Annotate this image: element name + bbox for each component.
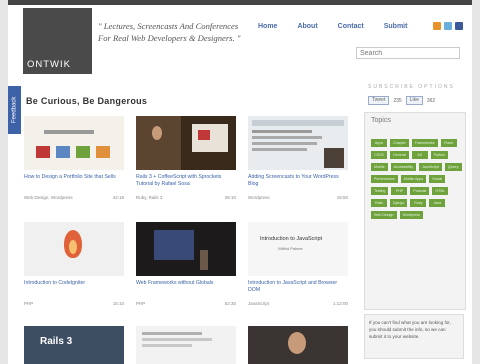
topic-tag[interactable]: Web Design bbox=[371, 211, 397, 219]
video-title[interactable]: How to Design a Portfolio Site that Sell… bbox=[24, 174, 124, 187]
video-card[interactable] bbox=[248, 326, 348, 364]
video-meta: PHP 52:30 bbox=[136, 301, 236, 306]
video-thumbnail[interactable] bbox=[248, 116, 348, 170]
topic-tags: Apps Chapter Frameworks Flash CSS3 General AS P… bbox=[371, 139, 463, 219]
share-buttons: Tweet 235 Like 362 bbox=[368, 96, 435, 105]
video-category[interactable]: Wordpress bbox=[248, 195, 270, 200]
thumbnail-subtext: Wilfrid Palmer bbox=[278, 246, 303, 251]
video-card[interactable]: Introduction to JavaScript Wilfrid Palme… bbox=[248, 222, 348, 306]
topic-tag[interactable]: Social bbox=[429, 175, 446, 183]
topic-tag[interactable]: Ruby bbox=[410, 199, 427, 207]
rss-icon[interactable] bbox=[433, 22, 441, 30]
logo-text: ONTWIK bbox=[27, 59, 71, 70]
video-duration: 15:10 bbox=[112, 301, 124, 306]
topic-tag[interactable]: Django bbox=[390, 199, 408, 207]
main-nav: Home About Contact Submit bbox=[258, 23, 427, 30]
page-heading: Be Curious, Be Dangerous bbox=[26, 96, 148, 106]
topic-tag[interactable]: Rails bbox=[371, 199, 387, 207]
tweet-count: 235 bbox=[393, 97, 402, 104]
video-thumbnail[interactable] bbox=[136, 116, 236, 170]
facebook-icon[interactable] bbox=[455, 22, 463, 30]
video-card[interactable]: Adding Screencasts to Your WordPress Blo… bbox=[248, 116, 348, 200]
tweet-button[interactable]: Tweet bbox=[368, 96, 390, 105]
video-title[interactable]: Adding Screencasts to Your WordPress Blo… bbox=[248, 174, 348, 187]
video-duration: 28:10 bbox=[224, 195, 236, 200]
like-count: 362 bbox=[426, 97, 436, 104]
video-duration: 1:12:00 bbox=[332, 301, 348, 306]
video-thumbnail[interactable] bbox=[24, 116, 124, 170]
video-card[interactable]: Rails 3 + CoffeeScript with Sprockets Tu… bbox=[136, 116, 236, 200]
topic-tag[interactable]: Mobile Apps bbox=[400, 175, 427, 183]
video-thumbnail[interactable]: Rails 3 bbox=[24, 326, 124, 364]
thumbnail-text: Introduction to JavaScript bbox=[260, 236, 323, 242]
video-duration: 42:18 bbox=[112, 195, 124, 200]
topic-tag[interactable]: General bbox=[390, 151, 409, 159]
topic-tag[interactable]: Frameworks bbox=[411, 139, 438, 147]
video-thumbnail[interactable] bbox=[248, 326, 348, 364]
topic-tag[interactable]: Apps bbox=[371, 139, 387, 147]
thumbnail-text: Rails 3 bbox=[40, 336, 73, 347]
nav-home[interactable]: Home bbox=[258, 23, 277, 30]
video-title[interactable]: Introduction to JavaScript and Browser D… bbox=[248, 280, 348, 293]
video-card[interactable] bbox=[136, 326, 236, 364]
video-category[interactable]: Ruby, Rails 3 bbox=[136, 195, 162, 200]
video-card[interactable]: Rails 3 bbox=[24, 326, 124, 364]
video-title[interactable]: Web Frameworks without Globals bbox=[136, 280, 236, 293]
nav-about[interactable]: About bbox=[297, 23, 317, 30]
nav-contact[interactable]: Contact bbox=[338, 23, 364, 30]
feedback-tab[interactable]: Feedback bbox=[8, 86, 21, 134]
topic-tag[interactable]: Podcast bbox=[410, 187, 430, 195]
video-meta: JavaScript 1:12:00 bbox=[248, 301, 348, 306]
sidebar-notice: If you can't find what you are looking f… bbox=[364, 314, 464, 359]
video-category[interactable]: Web Design, Wordpress bbox=[24, 195, 73, 200]
topic-tag[interactable]: Testing bbox=[371, 187, 389, 195]
video-card[interactable]: Web Frameworks without Globals PHP 52:30 bbox=[136, 222, 236, 306]
topic-tag[interactable]: Wordpress bbox=[399, 211, 423, 219]
video-meta: Wordpress 18:50 bbox=[248, 195, 348, 200]
video-thumbnail[interactable] bbox=[136, 222, 236, 276]
video-meta: PHP 15:10 bbox=[24, 301, 124, 306]
page: ONTWIK " Lectures, Screencasts And Confe… bbox=[8, 0, 472, 364]
site-tagline: " Lectures, Screencasts And Conferences … bbox=[98, 21, 241, 43]
top-bar bbox=[8, 0, 472, 5]
video-meta: Web Design, Wordpress 42:18 bbox=[24, 195, 124, 200]
video-thumbnail[interactable] bbox=[24, 222, 124, 276]
topic-tag[interactable]: JavaScript bbox=[419, 163, 442, 171]
video-card[interactable]: How to Design a Portfolio Site that Sell… bbox=[24, 116, 124, 200]
video-thumbnail[interactable] bbox=[136, 326, 236, 364]
topic-tag[interactable]: Mobile bbox=[371, 163, 388, 171]
topic-tag[interactable]: HTML bbox=[432, 187, 449, 195]
video-title[interactable]: Rails 3 + CoffeeScript with Sprockets Tu… bbox=[136, 174, 236, 187]
video-card[interactable]: Introduction to CodeIgniter PHP 15:10 bbox=[24, 222, 124, 306]
topic-tag[interactable]: Java bbox=[429, 199, 446, 207]
topics-title: Topics bbox=[371, 117, 391, 124]
subscribe-options-label: SUBSCRIBE OPTIONS bbox=[368, 84, 455, 90]
site-logo[interactable]: ONTWIK bbox=[23, 8, 92, 74]
topic-tag[interactable]: CSS3 bbox=[371, 151, 387, 159]
nav-submit[interactable]: Submit bbox=[384, 23, 408, 30]
search-input[interactable] bbox=[356, 47, 460, 59]
social-icons bbox=[433, 22, 463, 30]
video-category[interactable]: JavaScript bbox=[248, 301, 269, 306]
video-thumbnail[interactable]: Introduction to JavaScript Wilfrid Palme… bbox=[248, 222, 348, 276]
topic-tag[interactable]: Performance bbox=[371, 175, 398, 183]
topics-box: Topics Apps Chapter Frameworks Flash CSS3 Gen… bbox=[364, 112, 466, 310]
topic-tag[interactable]: Flash bbox=[440, 139, 457, 147]
video-meta: Ruby, Rails 3 28:10 bbox=[136, 195, 236, 200]
topic-tag[interactable]: Accessibility bbox=[390, 163, 417, 171]
topic-tag[interactable]: PHP bbox=[391, 187, 408, 195]
video-category[interactable]: PHP bbox=[24, 301, 33, 306]
video-category[interactable]: PHP bbox=[136, 301, 145, 306]
topic-tag[interactable]: jQuery bbox=[444, 163, 462, 171]
topic-tag[interactable]: Python bbox=[430, 151, 448, 159]
video-title[interactable]: Introduction to CodeIgniter bbox=[24, 280, 124, 293]
like-button[interactable]: Like bbox=[405, 96, 423, 105]
video-duration: 18:50 bbox=[336, 195, 348, 200]
twitter-icon[interactable] bbox=[444, 22, 452, 30]
topic-tag[interactable]: Chapter bbox=[390, 139, 409, 147]
topic-tag[interactable]: AS bbox=[411, 151, 428, 159]
video-duration: 52:30 bbox=[224, 301, 236, 306]
